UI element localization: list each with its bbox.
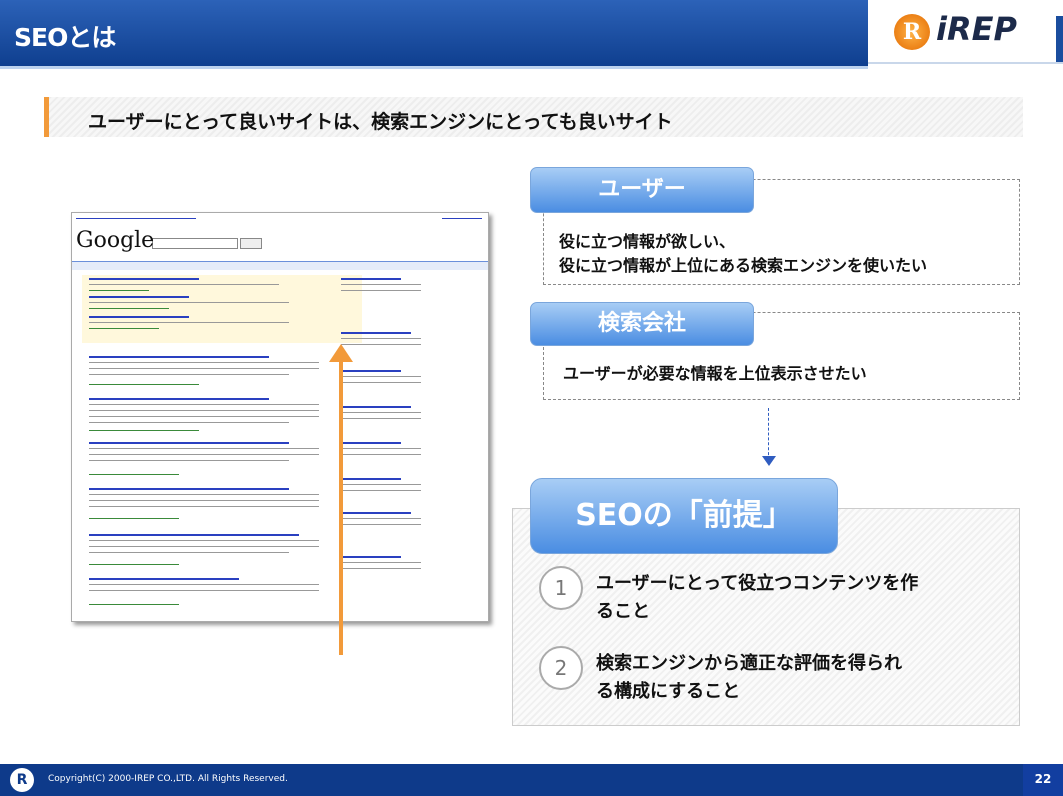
company-label: 検索会社 — [530, 302, 754, 346]
connector-line — [768, 408, 769, 460]
up-arrow-icon — [329, 344, 353, 362]
irep-logo-text: iREP — [936, 10, 1017, 48]
point-2-line-1: 検索エンジンから適正な評価を得られ — [596, 653, 902, 674]
header-bar — [0, 0, 868, 69]
user-label: ユーザー — [530, 167, 754, 213]
page-title: SEOとは — [14, 23, 116, 52]
page-number: 22 — [1034, 772, 1052, 786]
header-edge — [1056, 16, 1063, 62]
footer-logo-icon: R — [10, 768, 34, 792]
point-number-1: 1 — [539, 566, 583, 610]
point-number-2: 2 — [539, 646, 583, 690]
down-arrow-icon — [762, 456, 776, 466]
user-need-line-2: 役に立つ情報が上位にある検索エンジンを使いたい — [559, 256, 928, 275]
subtitle-text: ユーザーにとって良いサイトは、検索エンジンにとっても良いサイト — [88, 111, 673, 133]
user-need-line-1: 役に立つ情報が欲しい、 — [559, 232, 736, 251]
ranking-arrow-shaft — [339, 355, 343, 655]
point-2-line-2: る構成にすること — [596, 681, 741, 702]
point-1-line-1: ユーザーにとって役立つコンテンツを作 — [596, 573, 919, 594]
company-need-text: ユーザーが必要な情報を上位表示させたい — [563, 364, 867, 383]
seo-premise-label: SEOの「前提」 — [530, 478, 838, 554]
point-1-line-2: ること — [596, 601, 650, 622]
copyright-text: Copyright(C) 2000-IREP CO.,LTD. All Righ… — [48, 774, 288, 784]
irep-logo-mark: R — [902, 19, 922, 45]
result-lines — [89, 278, 421, 605]
